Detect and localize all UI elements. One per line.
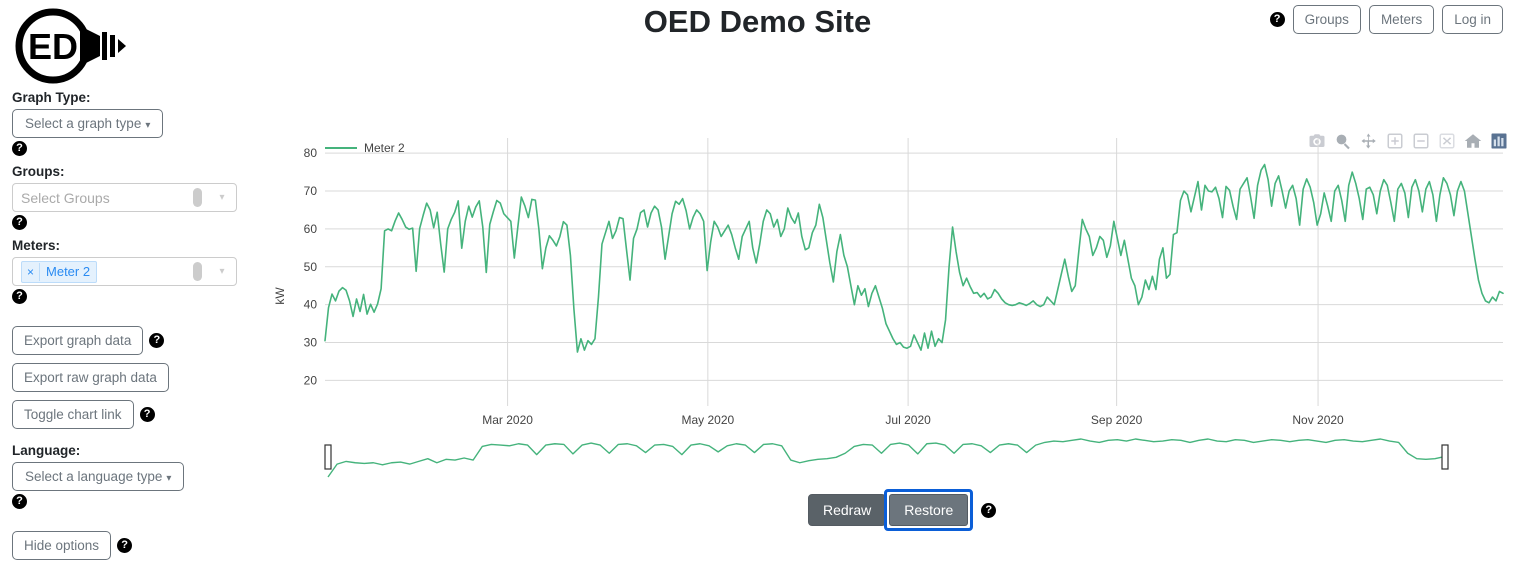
toggle-chart-link-button[interactable]: Toggle chart link	[12, 400, 134, 429]
y-tick-label: 60	[304, 222, 318, 236]
range-slider[interactable]	[270, 433, 1515, 488]
language-help-icon[interactable]: ?	[12, 494, 27, 510]
gridlines	[325, 152, 1503, 381]
x-tick-label: Mar 2020	[482, 413, 533, 427]
groups-help-icon[interactable]: ?	[12, 215, 27, 231]
main-plot[interactable]: 20 30 40 50 60 70 80 Mar 2020 May 2020 Jul 2020 S…	[270, 128, 1515, 428]
chart-panel: Meter 2 20 30 40 50 60 70 80 Mar 2020 May 2020 J…	[270, 128, 1515, 498]
range-slider-handle-right[interactable]	[1441, 444, 1449, 470]
chevron-down-icon: ▾	[145, 120, 151, 131]
graph-type-dropdown[interactable]: Select a graph type ▾	[12, 109, 164, 138]
restore-button-focus-ring: Restore	[884, 489, 974, 531]
meter-tag-label: Meter 2	[46, 263, 91, 279]
x-tick-label: Nov 2020	[1292, 413, 1344, 427]
groups-label: Groups:	[12, 164, 65, 179]
meter-tag-remove-icon[interactable]: ×	[22, 262, 41, 281]
chart-action-buttons: Redraw Restore ?	[808, 489, 997, 531]
restore-button[interactable]: Restore	[889, 494, 969, 526]
header-actions: ? Groups Meters Log in	[1269, 5, 1503, 34]
export-graph-data-button[interactable]: Export graph data	[12, 326, 144, 355]
hide-options-button[interactable]: Hide options	[12, 531, 112, 560]
redraw-button[interactable]: Redraw	[808, 494, 887, 526]
y-tick-label: 20	[304, 373, 318, 387]
y-axis-title: kW	[273, 287, 287, 305]
meters-select[interactable]: × Meter 2 ▾	[12, 257, 237, 286]
meter-tag[interactable]: × Meter 2	[21, 260, 98, 283]
hide-options-help-icon[interactable]: ?	[117, 538, 133, 553]
x-axis-tick-labels: Mar 2020 May 2020 Jul 2020 Sep 2020 Nov 2020	[482, 413, 1344, 427]
x-tick-label: Sep 2020	[1091, 413, 1143, 427]
y-axis-tick-labels: 20 30 40 50 60 70 80	[304, 146, 318, 387]
app-root: ED OED Demo Site ? Groups Meters Log in …	[0, 0, 1515, 575]
toggle-chart-link-help-icon[interactable]: ?	[139, 407, 155, 422]
export-raw-graph-data-button[interactable]: Export raw graph data	[12, 363, 169, 392]
y-tick-label: 40	[304, 298, 318, 312]
meters-chevron-down-icon[interactable]: ▾	[208, 266, 236, 277]
range-slider-handle-left[interactable]	[324, 444, 332, 470]
help-icon[interactable]: ?	[1269, 12, 1285, 27]
meters-separator	[193, 262, 202, 281]
restore-help-icon[interactable]: ?	[981, 502, 997, 518]
login-button[interactable]: Log in	[1442, 5, 1503, 34]
y-tick-label: 30	[304, 336, 318, 350]
meters-label: Meters:	[12, 238, 61, 253]
export-graph-help-icon[interactable]: ?	[149, 333, 165, 348]
meters-help-icon[interactable]: ?	[12, 289, 27, 305]
graph-type-label: Graph Type:	[12, 90, 91, 105]
language-chevron-down-icon: ▾	[166, 473, 172, 484]
groups-placeholder: Select Groups	[21, 189, 110, 206]
graph-type-value: Select a graph type	[25, 116, 142, 131]
meters-button[interactable]: Meters	[1368, 5, 1435, 34]
language-label: Language:	[12, 443, 81, 458]
groups-separator	[193, 188, 202, 207]
groups-button[interactable]: Groups	[1292, 5, 1361, 34]
series-line-meter-2	[324, 163, 1504, 353]
y-tick-label: 50	[304, 260, 318, 274]
y-tick-label: 70	[304, 184, 318, 198]
graph-type-help-icon[interactable]: ?	[12, 141, 27, 157]
groups-select[interactable]: Select Groups ▾	[12, 183, 237, 212]
x-tick-label: Jul 2020	[885, 413, 931, 427]
groups-chevron-down-icon[interactable]: ▾	[208, 192, 236, 203]
options-sidebar: Graph Type: Select a graph type ▾ ? Group…	[12, 90, 262, 568]
y-tick-label: 80	[304, 146, 318, 160]
language-dropdown[interactable]: Select a language type ▾	[12, 462, 185, 491]
language-value: Select a language type	[25, 469, 163, 484]
x-tick-label: May 2020	[681, 413, 734, 427]
range-slider-series	[327, 438, 1445, 478]
